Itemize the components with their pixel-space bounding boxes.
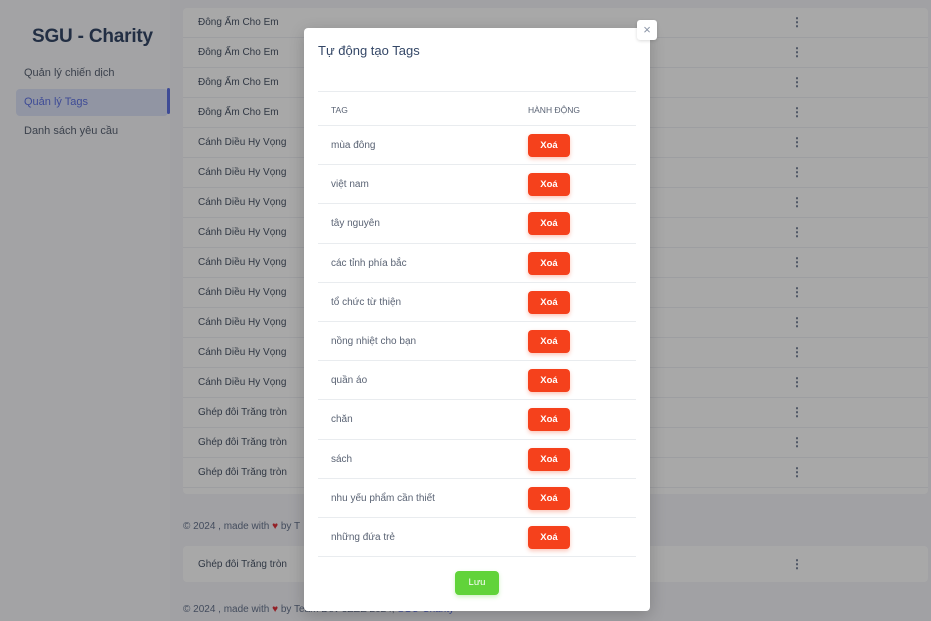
- tag-row: sách Xoá: [318, 440, 636, 479]
- tag-row: nồng nhiệt cho bạn Xoá: [318, 322, 636, 362]
- tag-name: các tỉnh phía bắc: [331, 257, 407, 269]
- table-header: TAG HÀNH ĐỘNG: [318, 91, 636, 126]
- tag-row: những đứa trẻ Xoá: [318, 518, 636, 558]
- tag-name: tổ chức từ thiện: [331, 296, 402, 308]
- tag-name: tây nguyên: [331, 218, 380, 230]
- tag-row: quần áo Xoá: [318, 361, 636, 401]
- save-button[interactable]: Lưu: [455, 571, 499, 595]
- delete-tag-button[interactable]: Xoá: [528, 134, 570, 157]
- tag-row: chăn Xoá: [318, 400, 636, 440]
- tag-name: nồng nhiệt cho bạn: [331, 335, 417, 347]
- modal-title: Tự động tạo Tags: [318, 43, 420, 58]
- delete-tag-button[interactable]: Xoá: [528, 329, 570, 353]
- delete-tag-button[interactable]: Xoá: [528, 173, 570, 197]
- tag-row: tổ chức từ thiện Xoá: [318, 283, 636, 322]
- tag-row: các tỉnh phía bắc Xoá: [318, 244, 636, 283]
- tag-name: sách: [331, 453, 353, 465]
- delete-tag-button[interactable]: Xoá: [528, 369, 570, 393]
- auto-tags-modal: Tự động tạo Tags TAG HÀNH ĐỘNG mùa đông X…: [304, 28, 650, 611]
- delete-tag-button[interactable]: Xoá: [528, 525, 570, 549]
- delete-tag-button[interactable]: Xoá: [528, 447, 570, 471]
- column-header-tag: TAG: [331, 105, 348, 115]
- tag-name: những đứa trẻ: [331, 531, 395, 543]
- tag-name: quần áo: [331, 375, 368, 387]
- tag-row: nhu yếu phẩm cần thiết Xoá: [318, 479, 636, 518]
- tag-name: chăn: [331, 414, 353, 426]
- column-header-action: HÀNH ĐỘNG: [528, 105, 580, 115]
- tag-name: việt nam: [331, 179, 369, 191]
- delete-tag-button[interactable]: Xoá: [528, 212, 570, 236]
- tag-name: mùa đông: [331, 140, 376, 151]
- delete-tag-button[interactable]: Xoá: [528, 486, 570, 510]
- tag-name: nhu yếu phẩm cần thiết: [331, 492, 435, 504]
- tag-row: việt nam Xoá: [318, 165, 636, 205]
- close-icon[interactable]: ×: [637, 20, 657, 40]
- delete-tag-button[interactable]: Xoá: [528, 408, 570, 432]
- tags-table: TAG HÀNH ĐỘNG mùa đông Xoá việt nam Xoá tây …: [318, 91, 636, 558]
- tag-row: mùa đông Xoá: [318, 126, 636, 166]
- delete-tag-button[interactable]: Xoá: [528, 251, 570, 275]
- delete-tag-button[interactable]: Xoá: [528, 290, 570, 314]
- tag-row: tây nguyên Xoá: [318, 204, 636, 244]
